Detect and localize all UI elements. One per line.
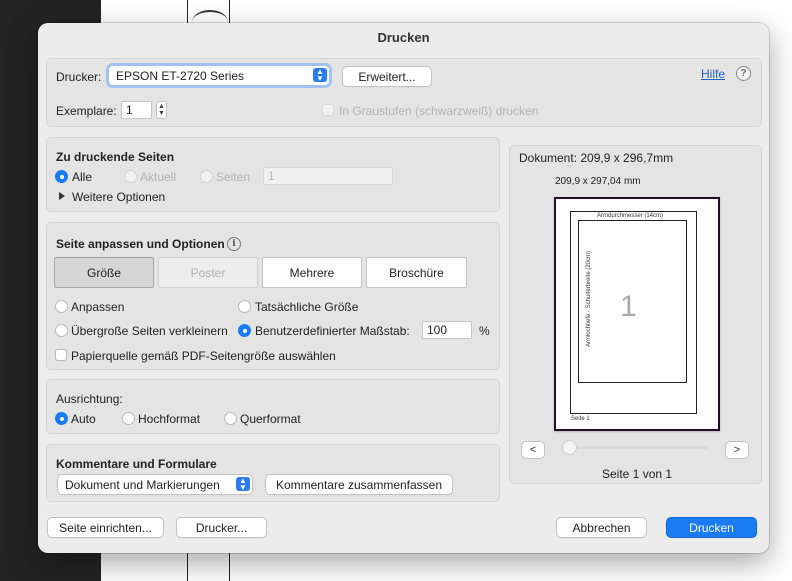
page-slider-track[interactable] (562, 446, 708, 449)
previous-page-button[interactable]: < (522, 442, 544, 458)
page-size: 209,9 x 297,04 mm (555, 176, 641, 187)
more-options-toggle[interactable]: Weitere Optionen (72, 190, 165, 204)
info-icon[interactable]: i (227, 237, 241, 251)
copies-label: Exemplare: (56, 104, 117, 118)
paper-source-checkbox[interactable] (55, 349, 67, 361)
orientation-landscape-radio[interactable] (224, 412, 237, 425)
pages-range-label: Seiten (216, 170, 251, 184)
printer-button[interactable]: Drucker... (177, 518, 266, 537)
chevron-updown-icon: ▲ ▼ (236, 477, 250, 492)
orientation-auto-radio[interactable] (55, 412, 68, 425)
custom-scale-radio[interactable] (238, 324, 251, 337)
fit-radio[interactable] (55, 300, 68, 313)
scale-field[interactable]: 100 (422, 321, 472, 339)
orientation-auto-label: Auto (71, 412, 96, 426)
orientation-portrait-radio[interactable] (122, 412, 135, 425)
help-link[interactable]: Hilfe (701, 67, 725, 81)
orientation-portrait-label: Hochformat (138, 412, 201, 426)
tab-size[interactable]: Größe (54, 257, 154, 288)
summarize-comments-button[interactable]: Kommentare zusammenfassen (266, 475, 452, 494)
comments-select[interactable]: Dokument und Markierungen ▲ ▼ (58, 475, 252, 494)
document-size: Dokument: 209,9 x 296,7mm (519, 151, 674, 165)
preview-side-label: Armlochtiefe - Schulterbreite (20cm) (586, 250, 593, 348)
actual-size-radio[interactable] (238, 300, 251, 313)
copies-field[interactable]: 1 (121, 101, 152, 119)
printer-select[interactable]: EPSON ET-2720 Series ▲ ▼ (109, 66, 329, 85)
pages-current-radio[interactable] (124, 170, 137, 183)
page-slider-knob[interactable] (562, 440, 577, 455)
comments-title: Kommentare und Formulare (56, 457, 217, 471)
page-setup-button[interactable]: Seite einrichten... (48, 518, 163, 537)
orientation-landscape-label: Querformat (240, 412, 301, 426)
fit-section-title: Seite anpassen und Optionen (56, 237, 225, 251)
grayscale-checkbox[interactable] (322, 104, 334, 116)
dialog-title: Drucken (377, 29, 430, 45)
preview-page-number: 1 (620, 290, 637, 323)
preview-bottom-label: Seite 1 (571, 416, 590, 422)
printer-select-value: EPSON ET-2720 Series (116, 68, 245, 83)
paper-source-label: Papierquelle gemäß PDF-Seitengröße auswä… (71, 349, 336, 363)
page-indicator: Seite 1 von 1 (602, 467, 673, 481)
fit-radio-label: Anpassen (71, 300, 125, 314)
cancel-button[interactable]: Abbrechen (557, 518, 646, 537)
chevron-updown-icon: ▲ ▼ (313, 68, 327, 83)
shrink-radio[interactable] (55, 324, 68, 337)
tab-booklet[interactable]: Broschüre (366, 257, 467, 288)
print-button[interactable]: Drucken (667, 518, 756, 537)
pages-all-radio[interactable] (55, 170, 68, 183)
tab-multiple[interactable]: Mehrere (262, 257, 362, 288)
help-icon[interactable]: ? (736, 66, 751, 81)
shrink-label: Übergroße Seiten verkleinern (71, 324, 228, 338)
scale-unit: % (479, 324, 490, 338)
custom-scale-label: Benutzerdefinierter Maßstab: (255, 324, 410, 338)
comments-select-value: Dokument und Markierungen (65, 477, 220, 492)
copies-stepper-icon[interactable]: ▲ ▼ (156, 101, 167, 119)
orientation-label: Ausrichtung: (56, 392, 123, 406)
pages-current-label: Aktuell (140, 170, 177, 184)
advanced-button[interactable]: Erweitert... (343, 67, 431, 86)
pages-range-field[interactable]: 1 (263, 167, 393, 185)
next-page-button[interactable]: > (726, 442, 748, 458)
pages-all-label: Alle (72, 170, 93, 184)
printer-label: Drucker: (56, 70, 102, 84)
actual-size-label: Tatsächliche Größe (255, 300, 359, 314)
pages-range-radio[interactable] (200, 170, 213, 183)
grayscale-label: In Graustufen (schwarzweiß) drucken (339, 104, 539, 118)
tab-poster[interactable]: Poster (158, 257, 258, 288)
pages-section-title: Zu druckende Seiten (56, 150, 175, 164)
disclosure-triangle-icon[interactable] (59, 192, 65, 200)
preview-top-label: Armdurchmesser (14cm) (597, 213, 664, 219)
